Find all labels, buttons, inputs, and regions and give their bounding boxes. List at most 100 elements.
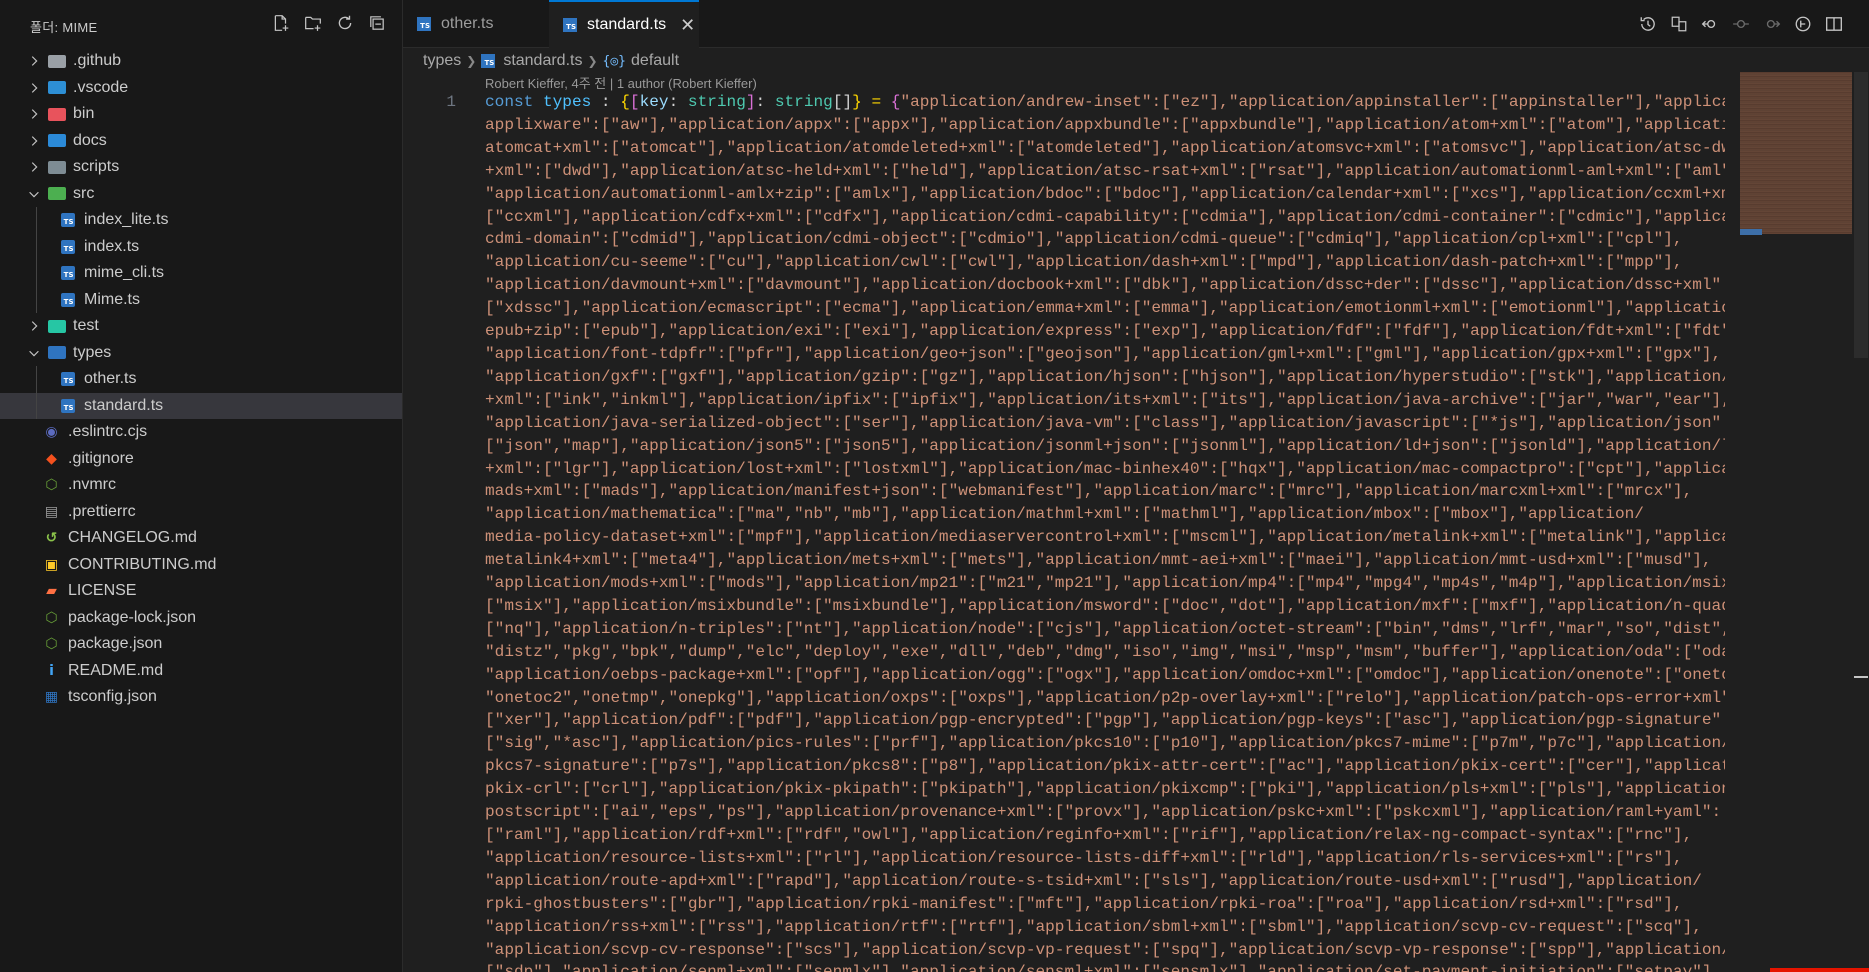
identifier-token: types: [542, 93, 592, 111]
tree-item-label: .eslintrc.cjs: [68, 423, 148, 441]
revert-icon[interactable]: [1730, 13, 1752, 35]
tree-item-label: package-lock.json: [68, 608, 197, 626]
indent-guide: [36, 207, 37, 313]
typescript-file-icon: TS: [417, 17, 431, 31]
code-line: ["sdp"],"application/senml+xml":["senmlx…: [485, 961, 1725, 972]
explorer-sidebar: 폴더: MIME .github .vscode bin docs scripts src…: [0, 0, 403, 972]
tree-item-other-ts[interactable]: TS other.ts: [0, 366, 402, 393]
chevron-right-icon[interactable]: [27, 319, 41, 333]
go-forward-icon[interactable]: [1761, 13, 1783, 35]
tree-item-contributing-md[interactable]: ▣ CONTRIBUTING.md: [0, 552, 402, 579]
tree-item-label: docs: [73, 131, 107, 149]
tree-item-docs[interactable]: docs: [0, 128, 402, 155]
tree-item-test[interactable]: test: [0, 313, 402, 340]
minimap[interactable]: [1740, 72, 1852, 234]
line-numbers: 1: [440, 93, 456, 111]
code-line: "application/font-tdpfr":["pfr"],"applic…: [485, 344, 1722, 363]
tree-item-prettierrc[interactable]: ▤ .prettierrc: [0, 499, 402, 526]
tree-item-eslintrc-cjs[interactable]: ◉ .eslintrc.cjs: [0, 419, 402, 446]
tree-item-mime-ts[interactable]: TS Mime.ts: [0, 287, 402, 314]
tsconfig-file-icon: ▦: [44, 689, 59, 706]
chevron-right-icon[interactable]: [27, 54, 41, 68]
timeline-icon[interactable]: [1637, 13, 1659, 35]
tree-item-bin[interactable]: bin: [0, 101, 402, 128]
chevron-right-icon: ❯: [466, 54, 477, 68]
tree-item-license[interactable]: ▰ LICENSE: [0, 578, 402, 605]
chevron-down-icon[interactable]: [27, 187, 41, 201]
code-line: "application/oebps-package+xml":["opf"],…: [485, 665, 1725, 684]
code-line: rpki-ghostbusters":["gbr"],"application/…: [485, 894, 1683, 913]
tree-item-label: .nvmrc: [68, 476, 116, 494]
tree-item-gitignore[interactable]: ◆ .gitignore: [0, 446, 402, 473]
chevron-down-icon[interactable]: [27, 346, 41, 360]
code-line: "application/route-apd+xml":["rapd"],"ap…: [485, 871, 1702, 890]
license-file-icon: ▰: [46, 583, 57, 600]
code-line: ["ccxml"],"application/cdfx+xml":["cdfx"…: [485, 207, 1725, 226]
chevron-right-icon[interactable]: [27, 81, 41, 95]
tree-item-label: index_lite.ts: [84, 211, 169, 229]
code-line: +xml":["lgr"],"application/lost+xml":["l…: [485, 459, 1725, 478]
git-blame-codelens[interactable]: Robert Kieffer, 4주 전 | 1 author (Robert …: [485, 73, 757, 92]
typescript-file-icon: TS: [563, 18, 577, 32]
code-editor[interactable]: const types : {[key: string]: string[]} …: [485, 91, 1725, 972]
copilot-icon[interactable]: [1792, 13, 1814, 35]
src-folder-icon: [47, 186, 66, 202]
code-line: +xml":["ink","inkml"],"application/ipfix…: [485, 390, 1725, 409]
tree-item-readme-md[interactable]: i README.md: [0, 658, 402, 685]
close-icon[interactable]: ✕: [680, 15, 695, 36]
tree-item-github[interactable]: .github: [0, 48, 402, 75]
tree-item-src[interactable]: src: [0, 181, 402, 208]
tree-item-label: .prettierrc: [68, 502, 136, 520]
tree-item-label: CONTRIBUTING.md: [68, 555, 217, 573]
code-line: mads+xml":["mads"],"application/manifest…: [485, 482, 1693, 501]
tab-other-ts[interactable]: TS other.ts: [403, 0, 535, 48]
split-editor-icon[interactable]: [1823, 13, 1845, 35]
tree-item-index-lite-ts[interactable]: TS index_lite.ts: [0, 207, 402, 234]
editor-tab-bar: TS other.ts TS standard.ts ✕: [403, 0, 1869, 48]
tree-item-package-json[interactable]: ⬡ package.json: [0, 631, 402, 658]
npm-file-icon: ⬡: [45, 609, 58, 626]
refresh-icon[interactable]: [334, 12, 356, 34]
tree-item-nvmrc[interactable]: ⬡ .nvmrc: [0, 472, 402, 499]
tree-item-label: tsconfig.json: [68, 688, 157, 706]
tree-item-scripts[interactable]: scripts: [0, 154, 402, 181]
tree-item-vscode[interactable]: .vscode: [0, 75, 402, 102]
tree-item-tsconfig-json[interactable]: ▦ tsconfig.json: [0, 684, 402, 711]
tree-item-types[interactable]: types: [0, 340, 402, 367]
code-line: "application/gxf":["gxf"],"application/g…: [485, 367, 1725, 386]
code-line: "application/automationml-amlx+zip":["am…: [485, 184, 1725, 203]
explorer-actions: [270, 12, 388, 34]
new-folder-icon[interactable]: [302, 12, 324, 34]
breadcrumb-file[interactable]: standard.ts: [503, 52, 582, 70]
tree-item-standard-ts[interactable]: TS standard.ts: [0, 392, 402, 419]
string-token: "application/andrew-inset":["ez"],"appli…: [900, 93, 1725, 111]
breadcrumb: types ❯ TS standard.ts ❯ {◎} default: [423, 48, 679, 74]
punct-token: ]: [745, 93, 756, 111]
code-line: applixware":["aw"],"application/appx":["…: [485, 115, 1725, 134]
tab-label: standard.ts: [587, 16, 667, 33]
chevron-right-icon[interactable]: [27, 107, 41, 121]
chevron-right-icon[interactable]: [27, 134, 41, 148]
tree-item-package-lock-json[interactable]: ⬡ package-lock.json: [0, 605, 402, 632]
tree-item-changelog-md[interactable]: ↺ CHANGELOG.md: [0, 525, 402, 552]
scrollbar-thumb[interactable]: [1854, 72, 1868, 358]
tree-item-label: src: [73, 184, 95, 202]
tab-standard-ts[interactable]: TS standard.ts ✕: [549, 0, 699, 48]
collapse-all-icon[interactable]: [366, 12, 388, 34]
new-file-icon[interactable]: [270, 12, 292, 34]
code-line: "onetoc2","onetmp","onepkg"],"applicatio…: [485, 688, 1725, 707]
typescript-file-icon: TS: [481, 54, 496, 68]
go-back-icon[interactable]: [1699, 13, 1721, 35]
tree-item-index-ts[interactable]: TS index.ts: [0, 234, 402, 261]
scripts-folder-icon: [47, 159, 66, 175]
chevron-right-icon[interactable]: [27, 160, 41, 174]
tree-item-label: Mime.ts: [84, 290, 140, 308]
tree-item-mime-cli-ts[interactable]: TS mime_cli.ts: [0, 260, 402, 287]
breadcrumb-folder[interactable]: types: [423, 52, 461, 70]
compare-changes-icon[interactable]: [1668, 13, 1690, 35]
file-tree: .github .vscode bin docs scripts src TS index_l…: [0, 48, 402, 711]
tree-item-label: LICENSE: [68, 582, 137, 600]
eslint-file-icon: ◉: [45, 424, 58, 441]
explorer-header: 폴더: MIME: [0, 0, 402, 52]
breadcrumb-symbol[interactable]: default: [631, 52, 679, 70]
